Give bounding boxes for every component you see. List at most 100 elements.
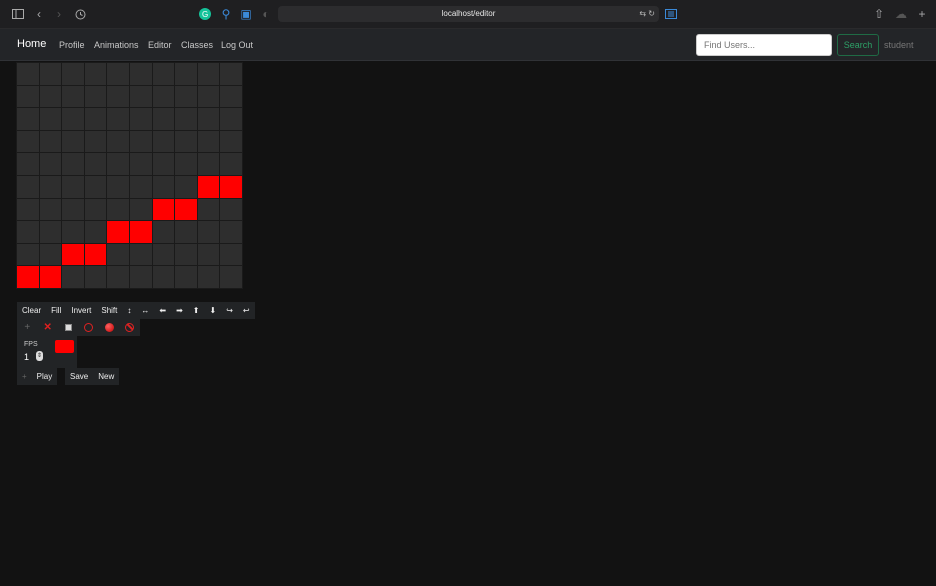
- grid-cell[interactable]: [107, 153, 129, 175]
- save-button[interactable]: Save: [65, 368, 93, 385]
- grid-cell[interactable]: [107, 176, 129, 198]
- grid-cell[interactable]: [17, 266, 39, 288]
- dot-tool-button[interactable]: [99, 319, 120, 336]
- grid-cell[interactable]: [197, 153, 220, 175]
- grid-cell[interactable]: [152, 176, 175, 198]
- nav-link-animations[interactable]: Animations: [94, 40, 139, 50]
- grid-cell[interactable]: [17, 198, 39, 221]
- grid-cell[interactable]: [175, 63, 197, 85]
- shift-up-button[interactable]: ⬆: [188, 302, 205, 319]
- grid-cell[interactable]: [107, 130, 129, 153]
- grid-cell[interactable]: [152, 108, 175, 130]
- grid-cell[interactable]: [220, 198, 242, 221]
- grid-cell[interactable]: [107, 243, 129, 266]
- grid-cell[interactable]: [84, 153, 107, 175]
- grid-cell[interactable]: [175, 243, 197, 266]
- fps-stepper[interactable]: ⇕: [36, 351, 43, 361]
- grid-cell[interactable]: [197, 221, 220, 243]
- current-user[interactable]: student: [884, 40, 914, 50]
- grid-cell[interactable]: [130, 176, 152, 198]
- grid-cell[interactable]: [17, 153, 39, 175]
- find-users-input[interactable]: [696, 34, 832, 56]
- translate-icon[interactable]: ⇆: [639, 9, 646, 18]
- grid-cell[interactable]: [220, 108, 242, 130]
- grid-cell[interactable]: [152, 153, 175, 175]
- grid-cell[interactable]: [175, 85, 197, 108]
- sidebar-icon[interactable]: [11, 7, 25, 21]
- grid-cell[interactable]: [175, 153, 197, 175]
- fps-value[interactable]: 1: [24, 352, 29, 362]
- grid-cell[interactable]: [39, 266, 62, 288]
- grid-cell[interactable]: [17, 85, 39, 108]
- grid-cell[interactable]: [130, 243, 152, 266]
- grid-cell[interactable]: [62, 63, 84, 85]
- grid-cell[interactable]: [152, 266, 175, 288]
- nav-link-classes[interactable]: Classes: [181, 40, 213, 50]
- shift-right-button[interactable]: ➡: [171, 302, 188, 319]
- grid-cell[interactable]: [197, 130, 220, 153]
- grid-cell[interactable]: [17, 221, 39, 243]
- ban-tool-button[interactable]: [120, 319, 141, 336]
- square-tool-button[interactable]: [58, 319, 79, 336]
- grid-cell[interactable]: [107, 198, 129, 221]
- nav-link-profile[interactable]: Profile: [59, 40, 85, 50]
- grid-cell[interactable]: [220, 176, 242, 198]
- flip-horizontal-button[interactable]: ↔: [136, 302, 154, 319]
- grid-cell[interactable]: [197, 108, 220, 130]
- grammarly-icon[interactable]: G: [198, 7, 212, 21]
- grid-cell[interactable]: [130, 63, 152, 85]
- grid-cell[interactable]: [62, 85, 84, 108]
- password-icon[interactable]: ▣: [239, 7, 253, 21]
- ring-tool-button[interactable]: [79, 319, 100, 336]
- back-icon[interactable]: ‹: [32, 7, 46, 21]
- grid-cell[interactable]: [17, 108, 39, 130]
- grid-cell[interactable]: [175, 221, 197, 243]
- grid-cell[interactable]: [39, 108, 62, 130]
- grid-cell[interactable]: [197, 176, 220, 198]
- grid-cell[interactable]: [39, 198, 62, 221]
- new-tab-icon[interactable]: +: [915, 7, 929, 21]
- reload-icon[interactable]: ↻: [648, 9, 655, 18]
- grid-cell[interactable]: [220, 63, 242, 85]
- grid-cell[interactable]: [39, 243, 62, 266]
- grid-cell[interactable]: [39, 153, 62, 175]
- grid-cell[interactable]: [84, 108, 107, 130]
- grid-cell[interactable]: [152, 243, 175, 266]
- cloud-icon[interactable]: ☁: [894, 7, 908, 21]
- grid-cell[interactable]: [130, 198, 152, 221]
- grid-cell[interactable]: [130, 266, 152, 288]
- grid-cell[interactable]: [17, 63, 39, 85]
- forward-icon[interactable]: ›: [52, 7, 66, 21]
- grid-cell[interactable]: [197, 85, 220, 108]
- grid-cell[interactable]: [220, 221, 242, 243]
- grid-cell[interactable]: [84, 63, 107, 85]
- grid-cell[interactable]: [107, 221, 129, 243]
- fill-button[interactable]: Fill: [46, 302, 66, 319]
- add-frame-button[interactable]: +: [17, 319, 38, 336]
- grid-cell[interactable]: [62, 198, 84, 221]
- grid-cell[interactable]: [39, 130, 62, 153]
- grid-cell[interactable]: [220, 266, 242, 288]
- history-icon[interactable]: [73, 7, 87, 21]
- rotate-counterclockwise-button[interactable]: ↩: [238, 302, 255, 319]
- grid-cell[interactable]: [175, 130, 197, 153]
- grid-cell[interactable]: [175, 108, 197, 130]
- grid-cell[interactable]: [107, 63, 129, 85]
- extension-icon[interactable]: ⚲: [219, 7, 233, 21]
- grid-cell[interactable]: [130, 108, 152, 130]
- grid-cell[interactable]: [84, 243, 107, 266]
- grid-cell[interactable]: [130, 221, 152, 243]
- grid-cell[interactable]: [152, 63, 175, 85]
- grid-cell[interactable]: [62, 266, 84, 288]
- clear-button[interactable]: Clear: [17, 302, 46, 319]
- grid-cell[interactable]: [84, 176, 107, 198]
- grid-cell[interactable]: [197, 198, 220, 221]
- invert-button[interactable]: Invert: [66, 302, 96, 319]
- grid-cell[interactable]: [107, 85, 129, 108]
- grid-cell[interactable]: [84, 198, 107, 221]
- grid-cell[interactable]: [17, 176, 39, 198]
- reader-icon[interactable]: [664, 7, 678, 21]
- nav-link-logout[interactable]: Log Out: [221, 40, 253, 50]
- shift-button[interactable]: Shift: [96, 302, 122, 319]
- grid-cell[interactable]: [197, 243, 220, 266]
